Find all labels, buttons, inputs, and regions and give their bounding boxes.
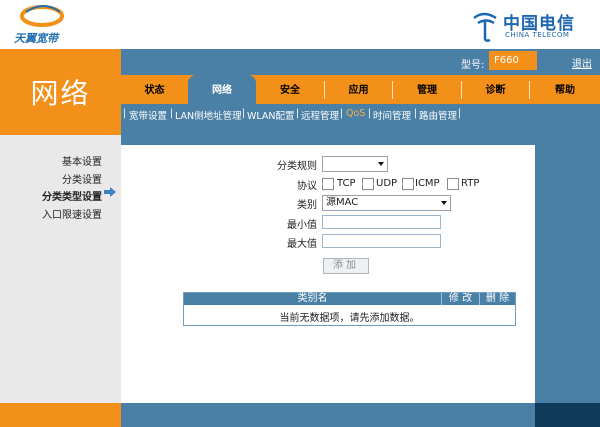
caret-down-icon (441, 201, 447, 205)
tab-management[interactable]: 管理 (393, 75, 461, 104)
column-header-name: 类别名 (297, 293, 328, 304)
tab-help[interactable]: 帮助 (530, 75, 600, 104)
udp-label: UDP (376, 178, 398, 189)
type-select[interactable]: 源MAC (322, 195, 451, 211)
tab-diagnostics[interactable]: 诊断 (462, 75, 529, 104)
subnav-remote[interactable]: 远程管理 (301, 108, 339, 122)
icmp-label: ICMP (415, 178, 440, 189)
column-header-edit: 修 改 (448, 293, 473, 304)
sidebar-item-class-type[interactable]: 分类类型设置 (0, 188, 102, 203)
rule-select[interactable] (322, 156, 388, 172)
subnav-divider: | (458, 108, 462, 119)
type-label: 类别 (297, 200, 317, 211)
subnav-routing[interactable]: 路由管理 (419, 108, 457, 122)
right-strip (535, 145, 600, 403)
icmp-checkbox[interactable] (402, 178, 414, 190)
brand-left-text: 天翼宽带 (14, 32, 58, 45)
type-select-value: 源MAC (326, 197, 359, 208)
add-button[interactable]: 添加 (323, 258, 369, 274)
tab-status[interactable]: 状态 (121, 75, 188, 104)
caret-down-icon (378, 162, 384, 166)
brand-right-en: CHINA TELECOM (505, 31, 570, 39)
footer-right (121, 403, 600, 427)
max-label: 最大值 (287, 239, 317, 250)
subnav-wlan[interactable]: WLAN配置 (247, 108, 295, 122)
arrow-right-icon (104, 187, 116, 197)
rule-label: 分类规则 (277, 161, 317, 172)
section-title: 网络 (30, 77, 91, 110)
subnav-divider: | (414, 108, 418, 119)
min-label: 最小值 (287, 220, 317, 231)
empty-message: 当前无数据项，请先添加数据。 (279, 313, 420, 324)
tab-application[interactable]: 应用 (325, 75, 392, 104)
max-value-input[interactable] (322, 234, 441, 248)
rtp-checkbox[interactable] (447, 178, 459, 190)
subnav-divider: | (340, 108, 344, 119)
udp-checkbox[interactable] (362, 178, 374, 190)
protocol-label: 协议 (297, 181, 317, 192)
tcp-label: TCP (337, 178, 356, 189)
footer-corner (535, 403, 600, 427)
subnav-divider: | (296, 108, 300, 119)
rtp-label: RTP (461, 178, 480, 189)
min-value-input[interactable] (322, 215, 441, 229)
subnav-qos[interactable]: QoS (346, 108, 365, 119)
subnav-divider: | (170, 108, 174, 119)
logout-link[interactable]: 退出 (572, 55, 592, 70)
content-top-strip (121, 135, 600, 145)
tab-security[interactable]: 安全 (256, 75, 324, 104)
column-header-delete: 删 除 (485, 293, 510, 304)
subnav-divider: | (368, 108, 372, 119)
tab-network[interactable]: 网络 (188, 75, 256, 104)
subnav-strip (121, 125, 600, 135)
model-label: 型号: (461, 60, 485, 71)
sidebar-item-basic[interactable]: 基本设置 (0, 153, 102, 168)
sidebar-item-classification[interactable]: 分类设置 (0, 171, 102, 186)
footer-left (0, 403, 121, 427)
subnav-time[interactable]: 时间管理 (373, 108, 411, 122)
tcp-checkbox[interactable] (322, 178, 334, 190)
subnav-divider: | (123, 108, 127, 119)
model-value: F660 (494, 55, 519, 66)
subnav-broadband[interactable]: 宽带设置 (129, 108, 167, 122)
subnav-lan[interactable]: LAN侧地址管理 (175, 108, 242, 122)
sidebar-item-ingress-rate[interactable]: 入口限速设置 (0, 206, 102, 221)
subnav-divider: | (242, 108, 246, 119)
